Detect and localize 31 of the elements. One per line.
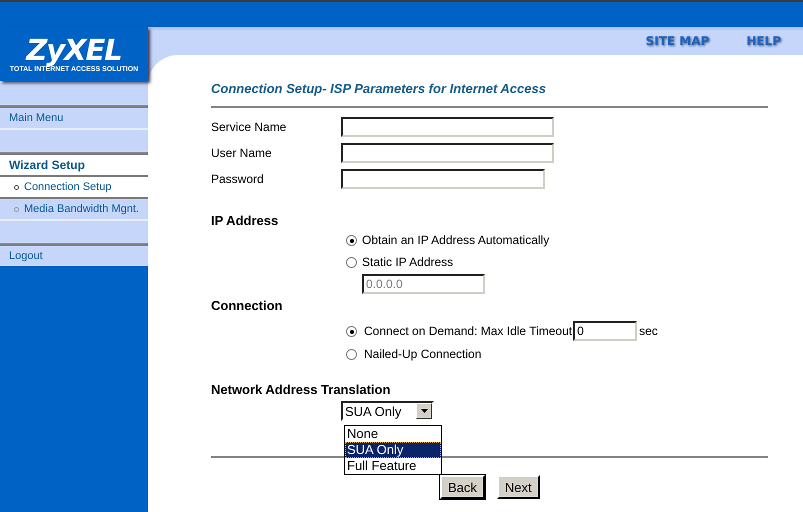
dropdown-arrow-icon [420, 409, 428, 413]
option-label: Obtain an IP Address Automatically [362, 233, 550, 247]
dropdown-option[interactable]: Full Feature [345, 458, 441, 474]
option-label: Static IP Address [362, 255, 454, 269]
timeout-field[interactable]: 0 [573, 321, 638, 341]
input-field[interactable] [341, 117, 554, 137]
input-field[interactable] [341, 169, 545, 189]
unit-label: sec [639, 324, 658, 338]
radio-button[interactable] [346, 234, 357, 246]
radio-button[interactable] [346, 348, 357, 360]
bullet-icon [14, 184, 19, 190]
input-field[interactable] [341, 143, 554, 163]
radio-button[interactable] [346, 256, 357, 268]
top-link[interactable]: HELP [746, 34, 781, 48]
nav-button[interactable]: Back [440, 475, 485, 499]
dropdown[interactable]: SUA Only [341, 401, 434, 421]
field-label: Password [211, 172, 265, 186]
field-label: User Name [211, 146, 273, 160]
page-title: Connection Setup- ISP Parameters for Internet Access [211, 81, 547, 97]
field-label: Service Name [211, 120, 288, 134]
section-heading: IP Address [211, 213, 280, 229]
dropdown-option[interactable]: SUA Only [345, 442, 441, 458]
top-link[interactable]: SITE MAP [646, 34, 710, 48]
option-label: Nailed-Up Connection [364, 347, 482, 361]
bullet-icon [14, 206, 19, 212]
dropdown-option[interactable]: None [345, 426, 441, 442]
option-label: Connect on Demand: Max Idle Timeout [364, 324, 572, 338]
radio-button[interactable] [346, 326, 357, 336]
section-heading: Connection [211, 298, 284, 314]
section-heading: Network Address Translation [211, 382, 392, 398]
nav-button[interactable]: Next [496, 475, 540, 499]
